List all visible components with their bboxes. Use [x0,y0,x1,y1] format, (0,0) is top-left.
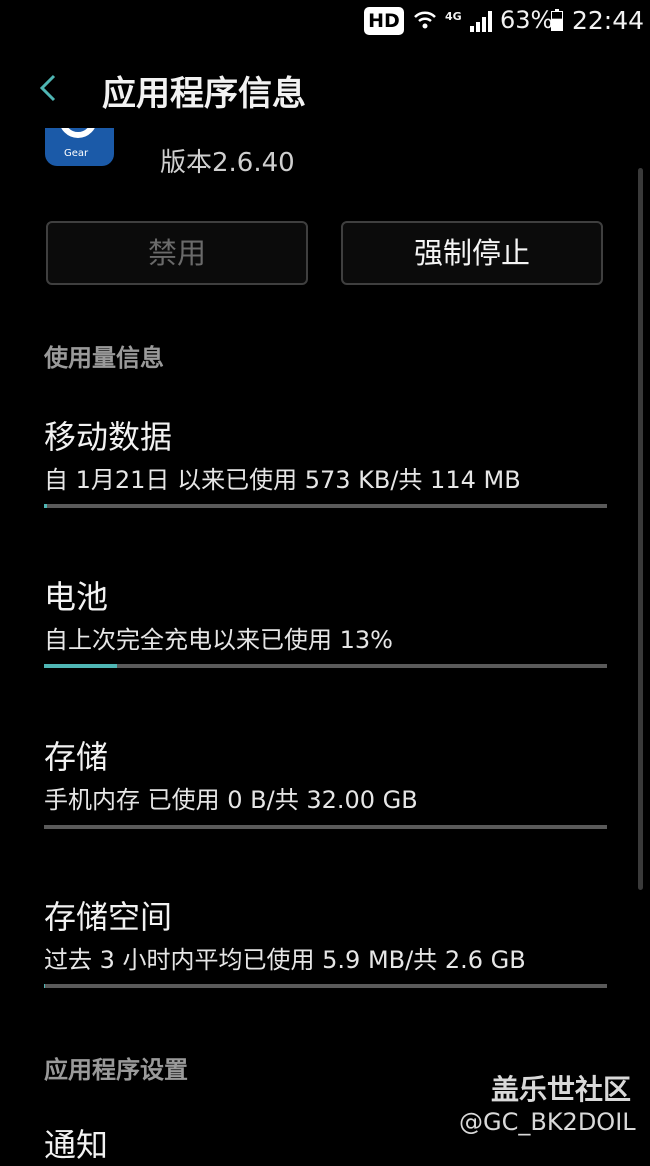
storage-summary: 手机内存 已使用 0 B/共 32.00 GB [44,786,418,814]
mobile-data-summary: 自 1月21日 以来已使用 573 KB/共 114 MB [44,466,521,494]
clock: 22:44 [572,6,645,35]
mobile-data-title[interactable]: 移动数据 [44,412,172,458]
memory-title[interactable]: 存储空间 [44,892,172,938]
battery-summary: 自上次完全充电以来已使用 13% [44,626,393,654]
scrollbar[interactable] [638,168,643,890]
app-version: 版本2.6.40 [160,148,295,178]
mobile-data-bar [44,504,607,508]
battery-bar [44,664,607,668]
disable-button[interactable]: 禁用 [46,221,308,285]
force-stop-button[interactable]: 强制停止 [341,221,603,285]
notifications-title[interactable]: 通知 [44,1120,108,1166]
memory-summary: 过去 3 小时内平均已使用 5.9 MB/共 2.6 GB [44,946,526,974]
hd-badge: HD [364,7,404,35]
back-chevron-icon[interactable] [36,68,62,108]
watermark-handle: @GC_BK2DOIL [459,1108,636,1136]
app-settings-section-header: 应用程序设置 [44,1056,188,1084]
usage-section-header: 使用量信息 [44,344,164,372]
watermark-title: 盖乐世社区 [491,1073,632,1106]
signal-icon [470,11,492,32]
memory-bar [44,984,607,988]
app-icon: Gear [45,128,114,166]
storage-bar [44,825,607,829]
battery-title[interactable]: 电池 [44,572,108,618]
battery-percent: 63% [500,6,554,34]
status-bar: HD 4G 63% 22:44 [0,0,650,44]
wifi-icon [414,11,436,29]
page-title: 应用程序信息 [102,74,306,114]
app-icon-label: Gear [64,148,89,159]
storage-title[interactable]: 存储 [44,732,108,778]
network-type: 4G [445,10,462,23]
battery-icon [551,9,563,31]
